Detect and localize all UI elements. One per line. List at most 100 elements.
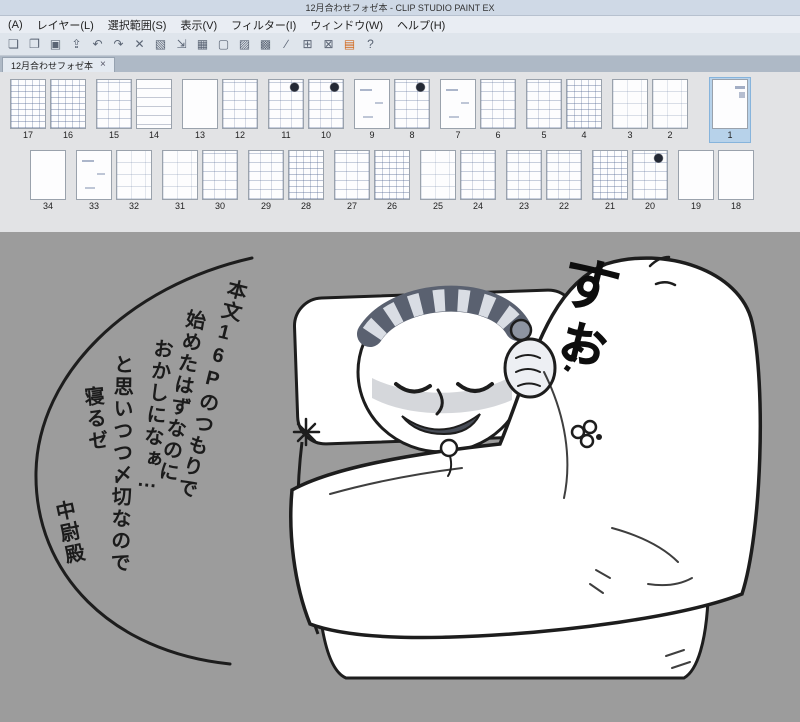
material-icon[interactable]: ▤ bbox=[340, 35, 359, 54]
page-spread: 15 14 bbox=[94, 78, 174, 142]
page-thumb-29[interactable]: 29 bbox=[246, 149, 286, 213]
page-thumb-20[interactable]: 20 bbox=[630, 149, 670, 213]
selection-border-icon[interactable]: ▩ bbox=[256, 35, 275, 54]
page-thumb-15[interactable]: 15 bbox=[94, 78, 134, 142]
page-thumb-23[interactable]: 23 bbox=[504, 149, 544, 213]
page-thumb-11[interactable]: 11 bbox=[266, 78, 306, 142]
page-number: 33 bbox=[88, 201, 99, 211]
handwritten-caption-col-3: と思いつつ〆切なので bbox=[107, 353, 133, 575]
menu-item-4[interactable]: フィルター(I) bbox=[224, 16, 303, 33]
window-title: 12月合わせフォゼ本 - CLIP STUDIO PAINT EX bbox=[305, 3, 495, 13]
menu-item-3[interactable]: 表示(V) bbox=[173, 16, 224, 33]
deselect-icon[interactable]: ▢ bbox=[214, 35, 233, 54]
page-number: 21 bbox=[604, 201, 615, 211]
page-thumb-12[interactable]: 12 bbox=[220, 78, 260, 142]
page-number: 7 bbox=[455, 130, 461, 140]
page-number: 2 bbox=[667, 130, 673, 140]
export-icon[interactable]: ⇪ bbox=[67, 35, 86, 54]
crop-icon[interactable]: ▦ bbox=[193, 35, 212, 54]
snap-icon[interactable]: ⊞ bbox=[298, 35, 317, 54]
page-spread: 21 20 bbox=[590, 149, 670, 213]
transform-icon[interactable]: ⇲ bbox=[172, 35, 191, 54]
page-thumb-16[interactable]: 16 bbox=[48, 78, 88, 142]
page-number: 22 bbox=[558, 201, 569, 211]
clear-icon[interactable]: ✕ bbox=[130, 35, 149, 54]
page-number: 6 bbox=[495, 130, 501, 140]
page-thumbnail-image bbox=[76, 150, 112, 200]
page-number: 3 bbox=[627, 130, 633, 140]
menu-item-1[interactable]: レイヤー(L) bbox=[30, 16, 101, 33]
page-thumb-26[interactable]: 26 bbox=[372, 149, 412, 213]
tab-document[interactable]: 12月合わせフォゼ本 × bbox=[2, 57, 115, 72]
page-spread: 19 18 bbox=[676, 149, 756, 213]
save-icon[interactable]: ▣ bbox=[46, 35, 65, 54]
page-number: 15 bbox=[108, 130, 119, 140]
page-thumb-7[interactable]: 7 bbox=[438, 78, 478, 142]
page-thumb-28[interactable]: 28 bbox=[286, 149, 326, 213]
tab-close-icon[interactable]: × bbox=[100, 60, 106, 70]
page-number: 13 bbox=[194, 130, 205, 140]
page-thumb-13[interactable]: 13 bbox=[180, 78, 220, 142]
page-spread: 29 28 bbox=[246, 149, 326, 213]
help-icon[interactable]: ? bbox=[361, 35, 380, 54]
menu-item-6[interactable]: ヘルプ(H) bbox=[390, 16, 452, 33]
invert-selection-icon[interactable]: ▨ bbox=[235, 35, 254, 54]
page-thumb-21[interactable]: 21 bbox=[590, 149, 630, 213]
page-thumb-25[interactable]: 25 bbox=[418, 149, 458, 213]
page-thumbnail-image bbox=[202, 150, 238, 200]
page-number: 16 bbox=[62, 130, 73, 140]
page-thumbnail-image bbox=[440, 79, 476, 129]
page-thumb-31[interactable]: 31 bbox=[160, 149, 200, 213]
page-thumb-30[interactable]: 30 bbox=[200, 149, 240, 213]
page-thumb-8[interactable]: 8 bbox=[392, 78, 432, 142]
page-thumb-5[interactable]: 5 bbox=[524, 78, 564, 142]
page-number: 23 bbox=[518, 201, 529, 211]
page-number: 18 bbox=[730, 201, 741, 211]
canvas-area[interactable]: 本文16Pのつもりで 始めたはずなのに おかしになぁ… と思いつつ〆切なので 寝るゼ 中尉… bbox=[0, 232, 800, 722]
redo-icon[interactable]: ↷ bbox=[109, 35, 128, 54]
menu-item-2[interactable]: 選択範囲(S) bbox=[101, 16, 174, 33]
page-thumbnail-image bbox=[248, 150, 284, 200]
fill-icon[interactable]: ▧ bbox=[151, 35, 170, 54]
undo-icon[interactable]: ↶ bbox=[88, 35, 107, 54]
page-thumb-24[interactable]: 24 bbox=[458, 149, 498, 213]
page-number: 20 bbox=[644, 201, 655, 211]
main-toolbar: ❏ ❐ ▣ ⇪ ↶ ↷ ✕ ▧ ⇲ ▦ ▢ ▨ ▩ ∕ ⊞ ⊠ ▤? bbox=[0, 33, 800, 56]
menu-item-5[interactable]: ウィンドウ(W) bbox=[303, 16, 390, 33]
page-number: 30 bbox=[214, 201, 225, 211]
page-thumb-3[interactable]: 3 bbox=[610, 78, 650, 142]
page-spread: 27 26 bbox=[332, 149, 412, 213]
open-icon[interactable]: ❐ bbox=[25, 35, 44, 54]
page-thumb-9[interactable]: 9 bbox=[352, 78, 392, 142]
page-spread: 34 bbox=[28, 149, 68, 213]
new-icon[interactable]: ❏ bbox=[4, 35, 23, 54]
page-thumb-14[interactable]: 14 bbox=[134, 78, 174, 142]
page-thumb-19[interactable]: 19 bbox=[676, 149, 716, 213]
page-spread: 33 32 bbox=[74, 149, 154, 213]
page-thumb-4[interactable]: 4 bbox=[564, 78, 604, 142]
page-number: 1 bbox=[727, 130, 733, 140]
handwritten-caption-col-4: 寝るゼ bbox=[80, 385, 108, 453]
page-thumb-22[interactable]: 22 bbox=[544, 149, 584, 213]
grid-icon[interactable]: ⊠ bbox=[319, 35, 338, 54]
menu-item-0[interactable]: (A) bbox=[1, 16, 30, 33]
page-thumb-6[interactable]: 6 bbox=[478, 78, 518, 142]
page-thumbnail-image bbox=[460, 150, 496, 200]
page-thumb-1[interactable]: 1 bbox=[709, 77, 751, 143]
page-thumb-2[interactable]: 2 bbox=[650, 78, 690, 142]
page-spread: 1 bbox=[709, 77, 751, 143]
page-spread: 54 bbox=[524, 78, 604, 142]
page-manager-panel: 17 16 15 14 13 12 11 10 9 8 7 6 5 4 3 2 1 34 33 32 31 30 29 28… bbox=[0, 72, 800, 232]
page-thumbnail-image bbox=[288, 150, 324, 200]
page-number: 25 bbox=[432, 201, 443, 211]
page-thumbnail-image bbox=[96, 79, 132, 129]
page-thumb-32[interactable]: 32 bbox=[114, 149, 154, 213]
ruler-icon[interactable]: ∕ bbox=[277, 35, 296, 54]
page-thumb-17[interactable]: 17 bbox=[8, 78, 48, 142]
page-thumb-34[interactable]: 34 bbox=[28, 149, 68, 213]
page-thumb-18[interactable]: 18 bbox=[716, 149, 756, 213]
page-thumb-33[interactable]: 33 bbox=[74, 149, 114, 213]
page-thumb-27[interactable]: 27 bbox=[332, 149, 372, 213]
page-thumb-10[interactable]: 10 bbox=[306, 78, 346, 142]
page-thumbnail-image bbox=[308, 79, 344, 129]
